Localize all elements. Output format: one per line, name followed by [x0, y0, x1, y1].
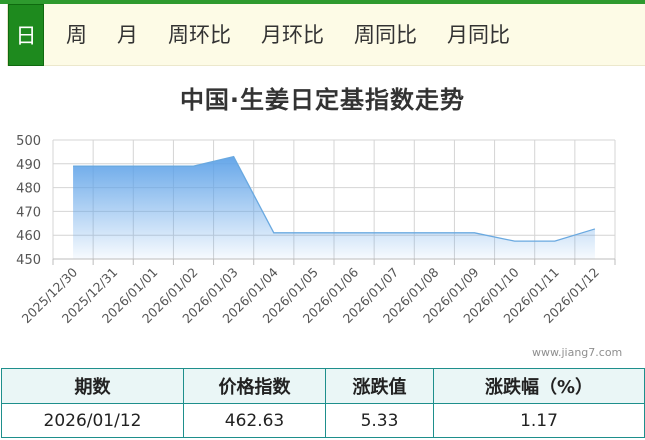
- tab-month-on-month[interactable]: 月环比: [261, 4, 324, 66]
- chart-title: 中国·生姜日定基指数走势: [179, 86, 466, 114]
- header-change-value: 涨跌值: [325, 368, 434, 404]
- y-tick-label: 460: [16, 229, 41, 244]
- site-watermark: www.jiang7.com: [532, 346, 623, 359]
- cell-change-percent: 1.17: [433, 403, 645, 438]
- tab-week-year-on-year[interactable]: 周同比: [354, 4, 417, 66]
- period-tab-bar: 日 周 月 周环比 月环比 周同比 月同比: [7, 4, 645, 66]
- y-tick-label: 500: [16, 134, 41, 149]
- cell-price-index: 462.63: [183, 403, 326, 438]
- index-summary-table: 期数 价格指数 涨跌值 涨跌幅（%） 2026/01/12 462.63 5.3…: [1, 368, 645, 438]
- y-tick-label: 490: [16, 158, 41, 173]
- cell-period: 2026/01/12: [1, 403, 184, 438]
- header-period: 期数: [1, 368, 184, 404]
- tab-month-year-on-year[interactable]: 月同比: [447, 4, 510, 66]
- tab-month[interactable]: 月: [117, 4, 138, 66]
- index-trend-chart: 4504604704804905002025/12/302025/12/3120…: [16, 134, 616, 326]
- y-tick-label: 470: [16, 205, 41, 220]
- tab-week[interactable]: 周: [66, 4, 87, 66]
- header-change-percent: 涨跌幅（%）: [433, 368, 645, 404]
- tab-week-on-week[interactable]: 周环比: [168, 4, 231, 66]
- cell-change-value: 5.33: [325, 403, 434, 438]
- table-row: 2026/01/12 462.63 5.33 1.17: [1, 403, 645, 438]
- y-tick-label: 480: [16, 182, 41, 197]
- y-tick-label: 450: [16, 253, 41, 268]
- table-header-row: 期数 价格指数 涨跌值 涨跌幅（%）: [1, 368, 645, 404]
- header-price-index: 价格指数: [183, 368, 326, 404]
- tab-day[interactable]: 日: [8, 4, 44, 66]
